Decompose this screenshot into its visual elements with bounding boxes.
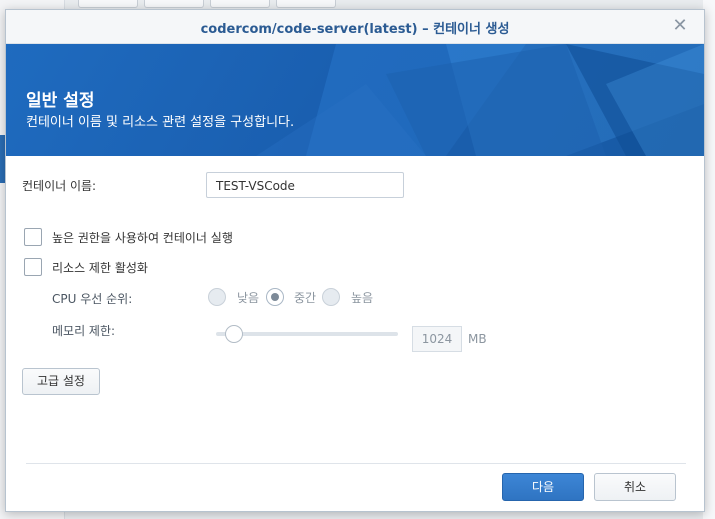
cpu-priority-high-radio[interactable] xyxy=(322,288,340,306)
memory-limit-input[interactable]: 1024 xyxy=(412,326,462,352)
memory-limit-label: 메모리 제한: xyxy=(52,324,116,338)
memory-unit-label: MB xyxy=(468,332,487,346)
privileged-label: 높은 권한을 사용하여 컨테이너 실행 xyxy=(52,231,233,245)
advanced-settings-button[interactable]: 고급 설정 xyxy=(22,368,100,395)
create-container-dialog: codercom/code-server(latest) – 컨테이너 생성 ✕… xyxy=(5,9,705,512)
container-name-input[interactable]: TEST-VSCode xyxy=(206,172,404,198)
banner-subtitle: 컨테이너 이름 및 리소스 관련 설정을 구성합니다. xyxy=(26,115,295,130)
cpu-priority-low-label: 낮음 xyxy=(237,291,260,305)
background-tabs xyxy=(78,0,336,8)
next-button[interactable]: 다음 xyxy=(502,473,584,501)
cpu-priority-label: CPU 우선 순위: xyxy=(52,292,133,306)
cancel-button[interactable]: 취소 xyxy=(594,473,676,501)
close-icon[interactable]: ✕ xyxy=(670,16,690,36)
memory-slider-handle[interactable] xyxy=(225,325,244,343)
footer-divider xyxy=(26,463,686,464)
cpu-priority-medium-radio[interactable] xyxy=(266,288,284,306)
cpu-priority-high-label: 높음 xyxy=(351,291,374,305)
privileged-checkbox[interactable] xyxy=(24,228,42,246)
wizard-banner: 일반 설정 컨테이너 이름 및 리소스 관련 설정을 구성합니다. xyxy=(6,44,704,156)
memory-slider-track[interactable] xyxy=(216,332,398,336)
banner-heading: 일반 설정 xyxy=(26,91,95,111)
banner-pattern xyxy=(256,44,704,156)
dialog-titlebar: codercom/code-server(latest) – 컨테이너 생성 ✕ xyxy=(6,10,704,44)
cpu-priority-low-radio[interactable] xyxy=(208,288,226,306)
cpu-priority-medium-label: 중간 xyxy=(294,291,317,305)
dialog-title: codercom/code-server(latest) – 컨테이너 생성 xyxy=(200,22,510,37)
container-name-label: 컨테이너 이름: xyxy=(22,179,97,193)
resource-limit-checkbox[interactable] xyxy=(24,258,42,276)
resource-limit-label: 리소스 제한 활성화 xyxy=(52,261,148,275)
